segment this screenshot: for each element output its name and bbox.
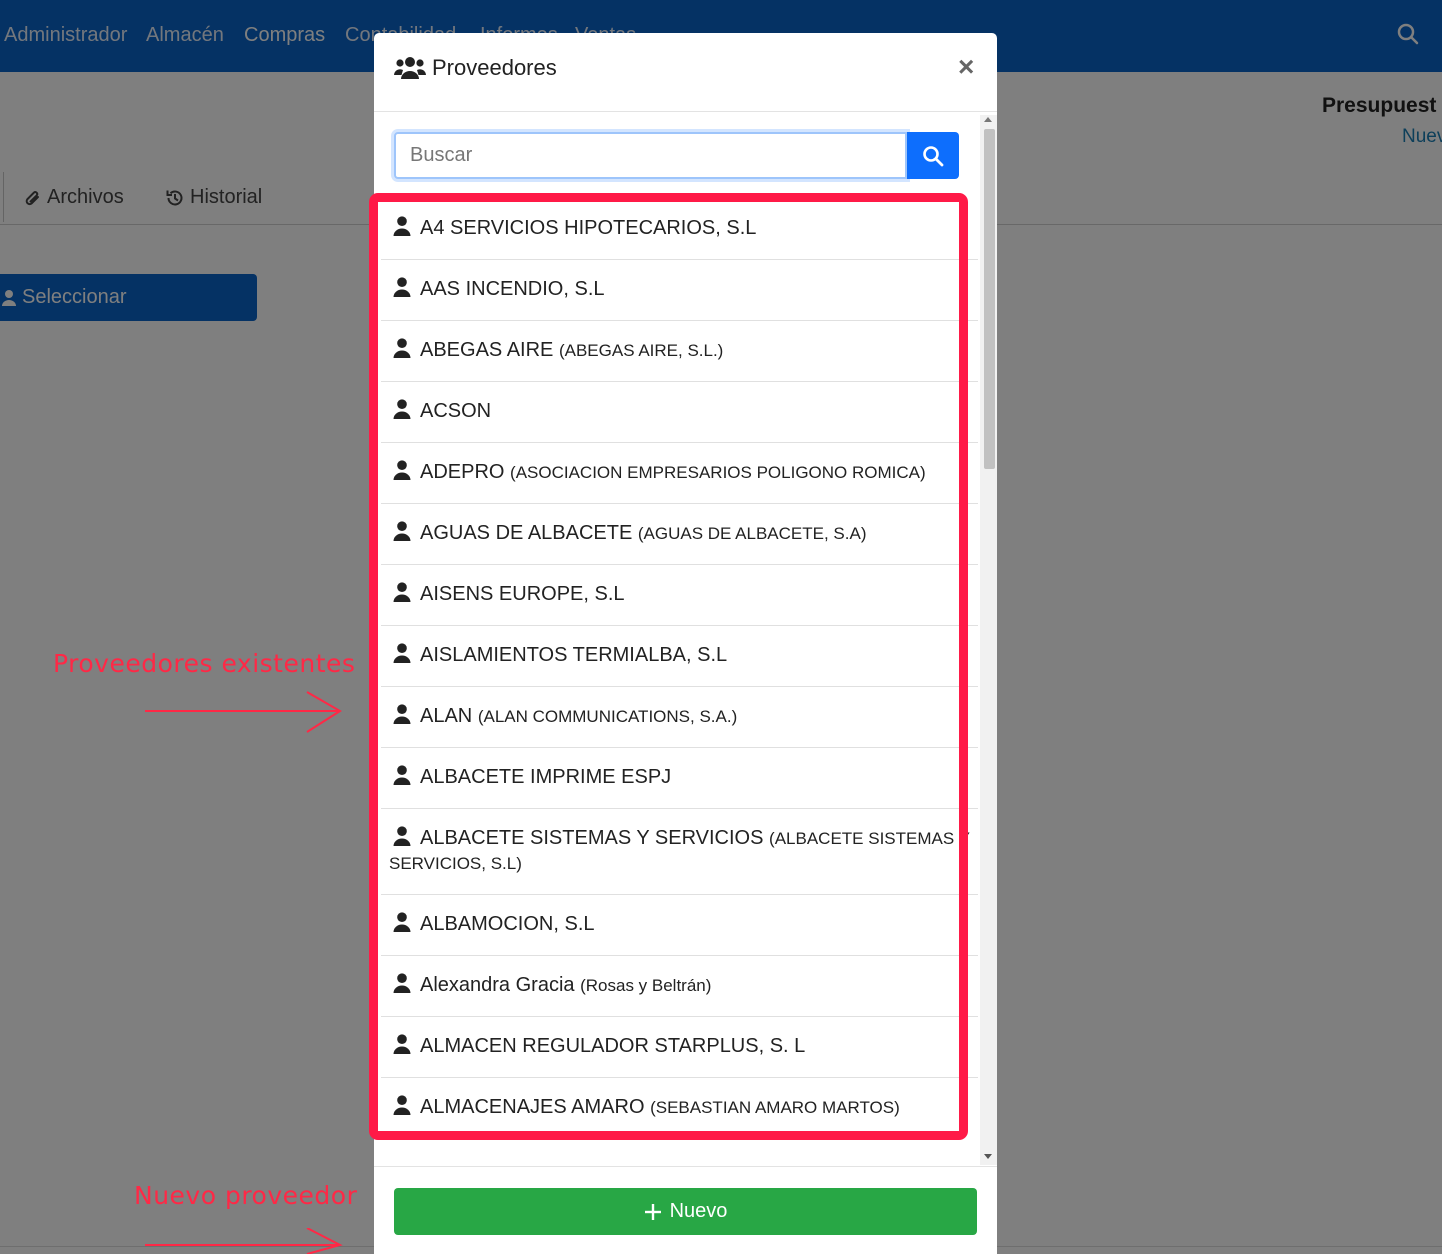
new-supplier-button[interactable]: Nuevo	[394, 1188, 977, 1235]
new-supplier-label: Nuevo	[669, 1200, 728, 1222]
search-group	[394, 132, 959, 179]
arrow-existing-icon	[145, 691, 342, 733]
highlight-box	[369, 193, 968, 1140]
plus-icon	[644, 1203, 661, 1220]
users-icon	[394, 57, 426, 79]
scroll-down-arrow-icon[interactable]	[984, 1154, 992, 1159]
annotation-existing: Proveedores existentes	[53, 649, 356, 678]
arrow-new-icon	[145, 1228, 343, 1254]
search-button[interactable]	[907, 132, 959, 179]
modal-header: Proveedores ×	[374, 33, 997, 112]
annotation-new: Nuevo proveedor	[134, 1181, 358, 1210]
modal-title-label: Proveedores	[432, 55, 557, 80]
search-input[interactable]	[394, 132, 907, 179]
search-icon	[923, 145, 944, 166]
scrollbar-thumb[interactable]	[984, 129, 995, 469]
modal-footer: Nuevo	[374, 1166, 997, 1254]
scroll-up-arrow-icon[interactable]	[984, 117, 992, 122]
close-button[interactable]: ×	[958, 53, 974, 81]
modal-title: Proveedores	[394, 55, 557, 81]
